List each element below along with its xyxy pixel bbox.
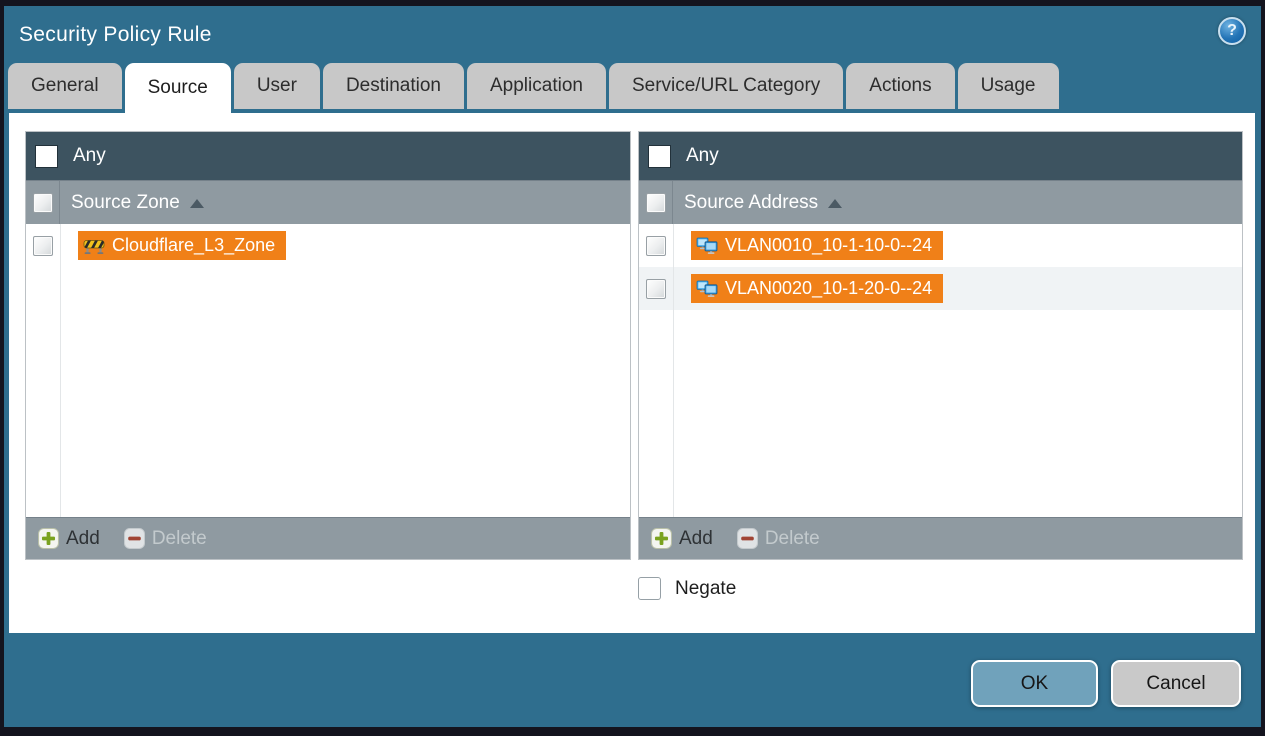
source-address-column-header[interactable]: Source Address	[639, 180, 1242, 224]
address-chip[interactable]: VLAN0020_10-1-20-0--24	[691, 274, 944, 303]
source-address-panel: Any Source Address VLAN0010_10-1-10-0--2…	[638, 131, 1243, 560]
ok-button-label: OK	[1020, 672, 1049, 694]
address-chip-label: VLAN0010_10-1-10-0--24	[725, 235, 933, 255]
source-zone-select-all-checkbox[interactable]	[32, 192, 53, 213]
negate-row: Negate	[638, 577, 1255, 600]
address-chip-label: VLAN0020_10-1-20-0--24	[725, 278, 933, 298]
source-zone-any-header: Any	[26, 132, 630, 180]
add-icon	[651, 528, 672, 549]
zone-icon	[83, 237, 105, 255]
cancel-button[interactable]: Cancel	[1111, 660, 1241, 707]
delete-button[interactable]: Delete	[123, 527, 207, 550]
delete-icon	[123, 528, 145, 549]
panels: Any Source Zone Cloudflare_L3_Zone Add D…	[25, 131, 1255, 560]
tab-user[interactable]: User	[233, 63, 320, 109]
table-row[interactable]: Cloudflare_L3_Zone	[26, 224, 630, 267]
add-icon	[38, 528, 59, 549]
tab-actions[interactable]: Actions	[846, 63, 955, 109]
tab-service-url-category[interactable]: Service/URL Category	[608, 63, 844, 109]
dialog-title: Security Policy Rule	[19, 22, 212, 46]
source-zone-footer: Add Delete	[26, 517, 630, 559]
source-zone-list: Cloudflare_L3_Zone	[26, 224, 630, 517]
address-chip[interactable]: VLAN0010_10-1-10-0--24	[691, 231, 944, 260]
tab-source-label: Source	[147, 77, 208, 98]
add-button[interactable]: Add	[38, 528, 100, 550]
tab-application[interactable]: Application	[467, 63, 606, 109]
row-checkbox-cell	[639, 235, 673, 256]
source-address-any-checkbox[interactable]	[648, 144, 671, 168]
delete-button-label: Delete	[764, 527, 820, 549]
tab-application-label: Application	[490, 75, 583, 96]
screen: Security Policy Rule ? General Source Us…	[0, 0, 1265, 736]
address-icon	[696, 280, 718, 298]
source-zone-any-label: Any	[73, 145, 106, 166]
delete-button[interactable]: Delete	[736, 527, 820, 550]
sort-ascending-icon	[828, 199, 843, 208]
zone-chip[interactable]: Cloudflare_L3_Zone	[78, 231, 287, 260]
row-checkbox[interactable]	[646, 235, 666, 256]
tab-service-url-category-label: Service/URL Category	[631, 75, 821, 96]
row-checkbox-cell	[639, 278, 673, 299]
help-icon[interactable]: ?	[1218, 17, 1246, 45]
dialog-footer: OK Cancel	[4, 633, 1261, 727]
security-policy-rule-dialog: Security Policy Rule ? General Source Us…	[4, 6, 1261, 727]
tab-usage-label: Usage	[980, 75, 1036, 96]
tab-actions-label: Actions	[869, 75, 932, 96]
ok-button[interactable]: OK	[971, 660, 1098, 707]
source-address-select-all-cell	[639, 181, 673, 224]
row-checkbox[interactable]	[33, 235, 53, 256]
tab-general-label: General	[31, 75, 99, 96]
zone-chip-label: Cloudflare_L3_Zone	[112, 235, 276, 255]
sort-ascending-icon	[189, 199, 204, 208]
add-button-label: Add	[66, 527, 100, 549]
source-zone-select-all-cell	[26, 181, 60, 224]
source-address-footer: Add Delete	[639, 517, 1242, 559]
tab-bar: General Source User Destination Applicat…	[4, 63, 1261, 113]
add-button[interactable]: Add	[651, 528, 713, 550]
tab-source[interactable]: Source	[124, 63, 231, 113]
row-checkbox[interactable]	[646, 278, 666, 299]
tab-destination-label: Destination	[345, 75, 441, 96]
source-zone-column-label: Source Zone	[71, 191, 180, 213]
row-checkbox-cell	[26, 235, 60, 256]
address-icon	[696, 237, 718, 255]
table-row[interactable]: VLAN0010_10-1-10-0--24	[639, 224, 1242, 267]
source-address-any-label: Any	[686, 145, 719, 166]
tab-general[interactable]: General	[8, 63, 122, 109]
tab-usage[interactable]: Usage	[957, 63, 1059, 109]
source-tab-content: Any Source Zone Cloudflare_L3_Zone Add D…	[9, 113, 1255, 633]
source-zone-any-checkbox[interactable]	[35, 144, 58, 168]
source-zone-column-header[interactable]: Source Zone	[26, 180, 630, 224]
negate-checkbox[interactable]	[638, 577, 661, 600]
source-zone-panel: Any Source Zone Cloudflare_L3_Zone Add D…	[25, 131, 631, 560]
source-address-any-header: Any	[639, 132, 1242, 180]
cancel-button-label: Cancel	[1146, 672, 1206, 694]
source-address-column-label: Source Address	[684, 191, 819, 213]
negate-label: Negate	[675, 577, 737, 599]
delete-icon	[736, 528, 758, 549]
tab-user-label: User	[256, 75, 297, 96]
source-address-list: VLAN0010_10-1-10-0--24 VLAN0020_10-1-20-…	[639, 224, 1242, 517]
source-address-select-all-checkbox[interactable]	[645, 192, 666, 213]
tab-destination[interactable]: Destination	[322, 63, 464, 109]
table-row[interactable]: VLAN0020_10-1-20-0--24	[639, 267, 1242, 310]
delete-button-label: Delete	[151, 527, 207, 549]
add-button-label: Add	[679, 527, 713, 549]
help-glyph: ?	[1227, 22, 1237, 39]
title-bar: Security Policy Rule ?	[4, 6, 1261, 63]
